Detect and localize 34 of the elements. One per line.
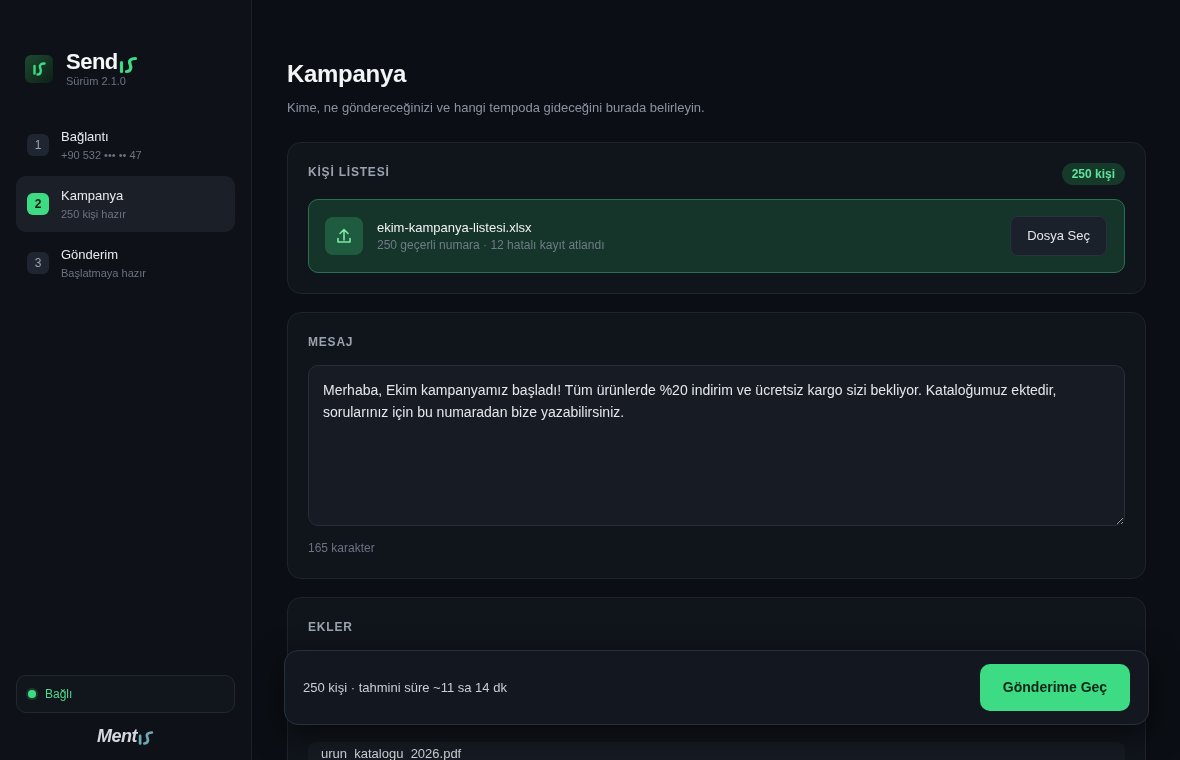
step-subtitle: Başlatmaya hazır <box>61 266 146 280</box>
page-subtitle: Kime, ne göndereceğinizi ve hangi tempoda gideceğini burada belirleyin. <box>287 99 706 116</box>
version-label: Sürüm 2.1.0 <box>66 75 127 88</box>
footer-brand-mark-icon <box>138 730 154 746</box>
step-subtitle: 250 kişi hazır <box>61 207 126 221</box>
upload-icon <box>325 217 363 255</box>
step-subtitle: +90 532 ••• •• 47 <box>61 148 142 162</box>
step-number: 1 <box>27 134 49 156</box>
step-title: Gönderim <box>61 246 120 263</box>
section-heading: EKLER <box>308 619 353 636</box>
brand-name: Send <box>66 50 118 74</box>
step-item[interactable]: 2 Kampanya 250 kişi hazır <box>16 176 235 232</box>
step-title: Kampanya <box>61 187 125 204</box>
summary-text: 250 kişi · tahmini süre ~11 sa 14 dk <box>303 678 507 697</box>
status-label: Bağlı <box>45 686 73 703</box>
step-number: 2 <box>27 193 49 215</box>
step-item[interactable]: 3 Gönderim Başlatmaya hazır <box>16 235 235 291</box>
footer-brand-name: Ment <box>97 726 137 746</box>
app-logo-icon <box>25 55 53 83</box>
count-badge: 250 kişi <box>1061 163 1125 185</box>
send-step-button[interactable]: Gönderime Geç <box>980 664 1130 711</box>
character-count: 165 karakter <box>308 540 375 556</box>
choose-file-button[interactable]: Dosya Seç <box>1010 216 1107 256</box>
step-number: 3 <box>27 252 49 274</box>
step-item[interactable]: 1 Bağlantı +90 532 ••• •• 47 <box>16 117 235 173</box>
message-field[interactable]: Merhaba, Ekim kampanyamız başladı! Tüm ürünlerde %20 indirim ve ücretsiz kargo sizi bekliyor. Kataloğumuz ektedir, sorularınız için bu numaradan bize yazabilirsiniz. <box>308 365 1125 526</box>
file-details: 250 geçerli numara · 12 hatalı kayıt atlandı <box>377 238 605 253</box>
page-title: Kampanya <box>287 59 408 89</box>
section-heading: MESAJ <box>308 334 354 351</box>
file-name: ekim-kampanya-listesi.xlsx <box>377 219 532 236</box>
step-title: Bağlantı <box>61 128 110 145</box>
attachment-name: urun_katalogu_2026.pdf <box>321 747 462 760</box>
brand-mark-icon <box>118 56 138 74</box>
section-heading: KİŞİ LİSTESİ <box>308 164 390 181</box>
